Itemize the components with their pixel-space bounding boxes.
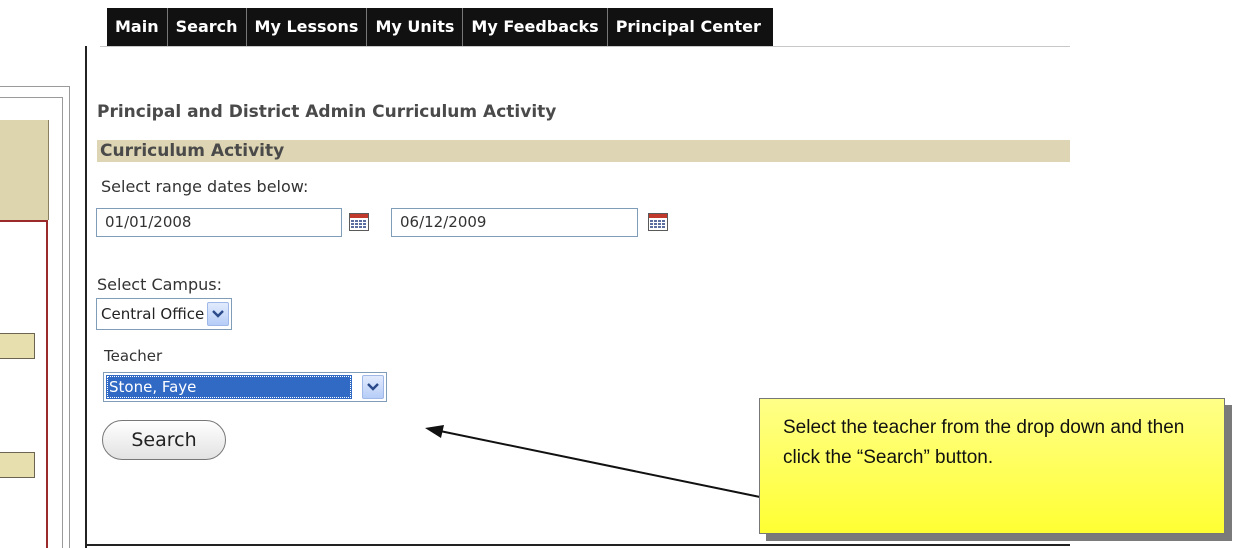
left-panel [0,0,80,548]
left-panel-border [0,86,70,87]
date-range-label: Select range dates below: [101,177,309,196]
divider [85,544,1070,546]
chevron-down-icon[interactable] [207,302,229,326]
calendar-icon[interactable] [648,213,668,231]
start-date-input[interactable]: 01/01/2008 [96,208,342,237]
left-panel-box [0,220,48,548]
tab-my-units[interactable]: My Units [367,8,464,46]
left-panel-border [69,86,70,548]
divider [100,46,1070,47]
section-title: Curriculum Activity [100,141,285,161]
calendar-icon[interactable] [349,213,369,231]
instruction-callout: Select the teacher from the drop down an… [759,398,1225,534]
campus-select-value: Central Office [101,305,205,323]
left-panel-button[interactable] [0,452,35,478]
left-panel-border [0,97,63,98]
campus-select[interactable]: Central Office [96,298,232,330]
tab-my-lessons[interactable]: My Lessons [247,8,368,46]
page-title: Principal and District Admin Curriculum … [97,102,557,122]
teacher-select[interactable]: Stone, Faye [103,372,387,402]
tab-main[interactable]: Main [107,8,168,46]
search-button[interactable]: Search [102,420,226,460]
left-panel-header [0,120,49,220]
left-panel-border [62,97,63,548]
tab-my-feedbacks[interactable]: My Feedbacks [463,8,608,46]
campus-label: Select Campus: [97,275,223,294]
tab-principal-center[interactable]: Principal Center [608,8,773,46]
teacher-select-value: Stone, Faye [106,375,352,399]
tab-search[interactable]: Search [168,8,247,46]
end-date-input[interactable]: 06/12/2009 [391,208,638,237]
tab-bar: Main Search My Lessons My Units My Feedb… [107,8,773,46]
left-panel-button[interactable] [0,333,35,359]
teacher-label: Teacher [104,347,163,365]
chevron-down-icon[interactable] [362,375,384,399]
